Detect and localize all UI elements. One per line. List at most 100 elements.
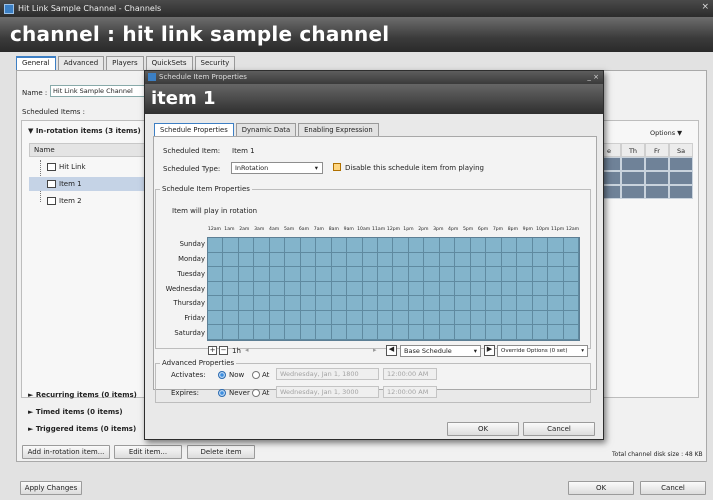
- ok-button[interactable]: OK: [568, 481, 634, 495]
- group-in-rotation[interactable]: ▼ In-rotation items (3 items): [28, 127, 141, 135]
- schedule-cell[interactable]: [300, 325, 317, 340]
- schedule-cell[interactable]: [408, 267, 425, 282]
- schedule-cell[interactable]: [439, 310, 456, 326]
- schedule-cell[interactable]: [563, 252, 579, 268]
- schedule-cell[interactable]: [424, 296, 440, 311]
- schedule-cell[interactable]: [331, 281, 348, 297]
- schedule-cell[interactable]: [208, 281, 224, 297]
- schedule-cell[interactable]: [331, 267, 348, 282]
- zoom-in-icon[interactable]: +: [208, 346, 217, 355]
- schedule-cell[interactable]: [300, 310, 317, 326]
- schedule-cell[interactable]: [563, 267, 579, 282]
- schedule-cell[interactable]: [362, 281, 379, 297]
- schedule-cell[interactable]: [486, 325, 502, 340]
- schedule-cell[interactable]: [517, 310, 533, 326]
- group-triggered[interactable]: ► Triggered items (0 items): [28, 425, 136, 433]
- schedule-cell[interactable]: [439, 252, 456, 268]
- schedule-cell[interactable]: [300, 281, 317, 297]
- schedule-cell[interactable]: [548, 310, 564, 326]
- schedule-cell[interactable]: [269, 325, 286, 340]
- schedule-cell[interactable]: [548, 281, 564, 297]
- schedule-cell[interactable]: [501, 252, 518, 268]
- schedule-cell[interactable]: [455, 296, 471, 311]
- schedule-cell[interactable]: [532, 325, 549, 340]
- disable-checkbox[interactable]: [333, 163, 341, 171]
- schedule-cell[interactable]: [393, 281, 409, 297]
- schedule-cell[interactable]: [347, 310, 363, 326]
- schedule-cell[interactable]: [486, 281, 502, 297]
- tab-dynamic-data[interactable]: Dynamic Data: [235, 123, 297, 136]
- schedule-cell[interactable]: [316, 325, 332, 340]
- tree-item-item-2[interactable]: Item 2: [29, 194, 149, 208]
- schedule-cell[interactable]: [563, 296, 579, 311]
- group-recurring[interactable]: ► Recurring items (0 items): [28, 391, 137, 399]
- cancel-button[interactable]: Cancel: [640, 481, 706, 495]
- schedule-cell[interactable]: [208, 238, 224, 253]
- schedule-cell[interactable]: [208, 296, 224, 311]
- schedule-cell[interactable]: [393, 238, 409, 253]
- schedule-cell[interactable]: [548, 252, 564, 268]
- schedule-cell[interactable]: [269, 252, 286, 268]
- tab-schedule-properties[interactable]: Schedule Properties: [154, 123, 234, 136]
- schedule-cell[interactable]: [254, 310, 270, 326]
- schedule-cell[interactable]: [470, 281, 487, 297]
- schedule-cell[interactable]: [424, 325, 440, 340]
- schedule-cell[interactable]: [269, 296, 286, 311]
- schedule-cell[interactable]: [362, 325, 379, 340]
- schedule-cell[interactable]: [548, 296, 564, 311]
- schedule-cell[interactable]: [254, 325, 270, 340]
- schedule-cell[interactable]: [378, 267, 394, 282]
- schedule-cell[interactable]: [223, 267, 239, 282]
- schedule-cell[interactable]: [378, 325, 394, 340]
- schedule-cell[interactable]: [532, 238, 549, 253]
- schedule-cell[interactable]: [238, 296, 255, 311]
- schedule-cell[interactable]: [238, 252, 255, 268]
- schedule-cell[interactable]: [563, 310, 579, 326]
- expires-at-radio[interactable]: [252, 389, 260, 397]
- schedule-cell[interactable]: [254, 296, 270, 311]
- schedule-cell[interactable]: [455, 238, 471, 253]
- schedule-cell[interactable]: [269, 238, 286, 253]
- tab-enabling-expression[interactable]: Enabling Expression: [298, 123, 379, 136]
- apply-changes-button[interactable]: Apply Changes: [20, 481, 82, 495]
- schedule-cell[interactable]: [408, 238, 425, 253]
- schedule-cell[interactable]: [254, 252, 270, 268]
- dialog-cancel-button[interactable]: Cancel: [523, 422, 595, 436]
- schedule-cell[interactable]: [300, 267, 317, 282]
- schedule-cell[interactable]: [238, 281, 255, 297]
- schedule-cell[interactable]: [439, 325, 456, 340]
- schedule-cell[interactable]: [501, 238, 518, 253]
- expires-time-field[interactable]: 12:00:00 AM: [383, 386, 437, 398]
- schedule-cell[interactable]: [424, 281, 440, 297]
- schedule-cell[interactable]: [223, 296, 239, 311]
- schedule-cell[interactable]: [393, 310, 409, 326]
- schedule-cell[interactable]: [316, 267, 332, 282]
- schedule-cell[interactable]: [393, 325, 409, 340]
- tree-item-item-1[interactable]: Item 1: [29, 177, 149, 191]
- activates-now-radio[interactable]: [218, 371, 226, 379]
- schedule-cell[interactable]: [408, 325, 425, 340]
- schedule-cell[interactable]: [532, 252, 549, 268]
- schedule-cell[interactable]: [424, 310, 440, 326]
- edit-item-button[interactable]: Edit item...: [114, 445, 182, 459]
- schedule-cell[interactable]: [347, 267, 363, 282]
- schedule-cell[interactable]: [486, 296, 502, 311]
- name-input[interactable]: Hit Link Sample Channel: [50, 85, 152, 97]
- schedule-cell[interactable]: [331, 310, 348, 326]
- schedule-cell[interactable]: [285, 281, 301, 297]
- schedule-cell[interactable]: [223, 310, 239, 326]
- schedule-cell[interactable]: [532, 281, 549, 297]
- schedule-cell[interactable]: [470, 310, 487, 326]
- schedule-cell[interactable]: [238, 238, 255, 253]
- schedule-cell[interactable]: [548, 238, 564, 253]
- schedule-cell[interactable]: [362, 310, 379, 326]
- delete-item-button[interactable]: Delete item: [187, 445, 255, 459]
- tree-item-hit-link[interactable]: Hit Link: [29, 160, 149, 174]
- schedule-cell[interactable]: [269, 267, 286, 282]
- schedule-cell[interactable]: [347, 281, 363, 297]
- schedule-cell[interactable]: [285, 238, 301, 253]
- dialog-ok-button[interactable]: OK: [447, 422, 519, 436]
- scheduled-type-select[interactable]: InRotation ▾: [231, 162, 323, 174]
- schedule-cell[interactable]: [424, 252, 440, 268]
- schedule-cell[interactable]: [563, 325, 579, 340]
